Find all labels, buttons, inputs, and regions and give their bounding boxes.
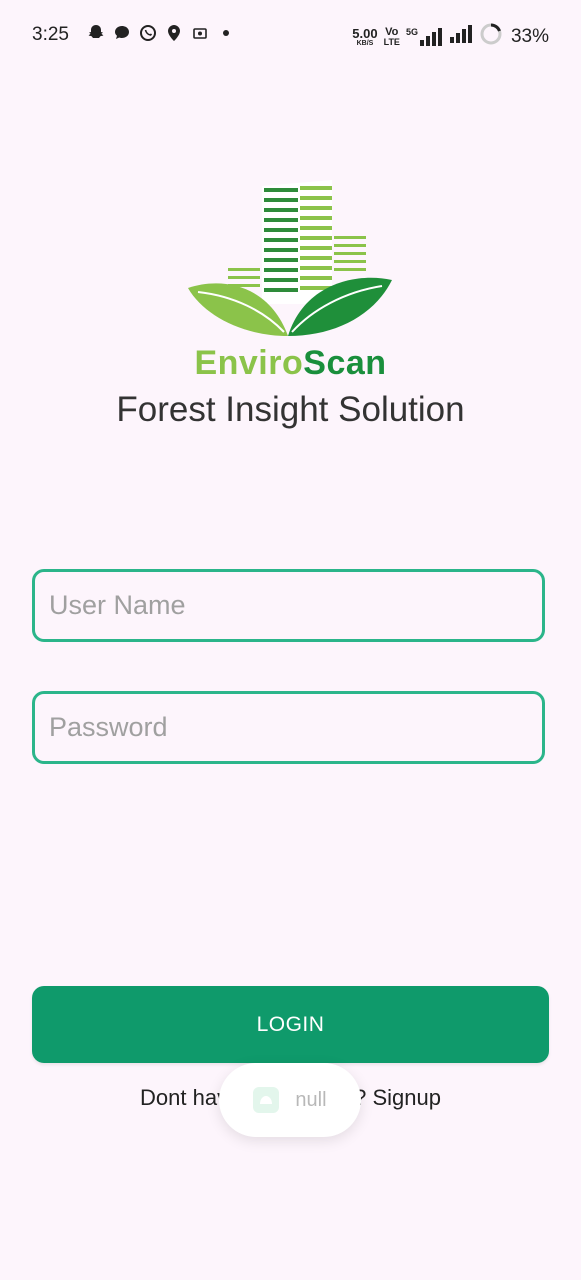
signal-5g-icon: 5G (406, 27, 443, 47)
brand-name: EnviroScan (0, 344, 581, 383)
app-icon (164, 22, 184, 44)
system-icons: 5.00 KB/S Vo LTE 5G 33% (352, 22, 549, 51)
password-input[interactable] (35, 694, 542, 761)
notification-icons (86, 22, 236, 44)
username-input[interactable] (35, 572, 542, 639)
snapchat-icon (86, 22, 106, 44)
battery-icon (479, 22, 503, 51)
network-type-label: 5G (405, 26, 418, 37)
brand-name-part2: Scan (303, 344, 387, 382)
signup-prompt-start: Dont hav (140, 1085, 229, 1110)
chat-icon (112, 22, 132, 44)
login-button[interactable]: LOGIN (32, 986, 549, 1063)
password-field[interactable] (32, 691, 545, 764)
status-bar: 3:25 5.00 KB/S Vo LTE 5G 33% (0, 0, 581, 70)
signal-icon (449, 24, 473, 49)
battery-percent: 33% (510, 25, 549, 47)
whatsapp-icon (138, 22, 158, 44)
toast-text: null (295, 1088, 327, 1111)
signup-link[interactable]: ? Signup (354, 1085, 441, 1110)
volte-indicator: Vo LTE (383, 25, 400, 47)
tagline: Forest Insight Solution (116, 390, 465, 429)
network-speed: 5.00 KB/S (352, 25, 378, 47)
toast-message: null (219, 1063, 361, 1137)
dot-icon (216, 22, 236, 44)
brand-name-part1: Enviro (194, 344, 304, 382)
screen-record-icon (190, 22, 210, 44)
status-time: 3:25 (32, 24, 69, 45)
app-logo-icon (253, 1087, 280, 1113)
username-field[interactable] (32, 569, 545, 642)
